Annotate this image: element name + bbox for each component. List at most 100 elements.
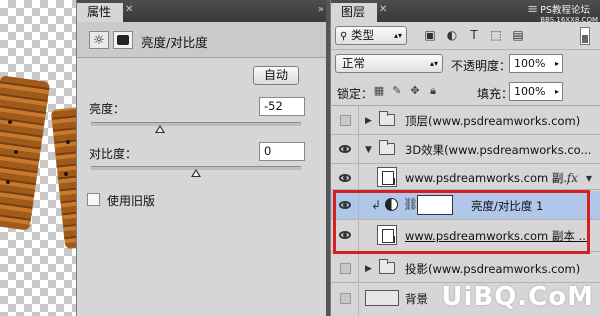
lock-label: 锁定：: [337, 87, 374, 101]
brightness-adjustment-icon[interactable]: ☼: [89, 31, 109, 49]
layer-name: www.psdreamworks.com 副...: [405, 171, 575, 185]
filter-kind-value: 类型: [350, 28, 374, 42]
folder-icon: [379, 111, 395, 126]
watermark-top: PS教程论坛 BBS.16XX8.COM: [540, 2, 598, 24]
properties-header: ☼ 亮度/对比度: [77, 22, 326, 58]
expand-arrow-icon[interactable]: ▶: [365, 116, 372, 126]
brightness-slider[interactable]: [91, 122, 301, 133]
filter-toggle-switch[interactable]: [580, 27, 590, 45]
layer-mask-icon[interactable]: [113, 31, 133, 49]
lock-brush-icon[interactable]: ✎: [391, 85, 403, 97]
panel-menu-icon[interactable]: ≡: [527, 0, 538, 20]
layer-row[interactable]: ▼ 3D效果(www.psdreamworks.co...: [331, 135, 600, 164]
layer-name: 顶层(www.psdreamworks.com): [405, 114, 581, 128]
layer-filter-row: ⚲ 类型 ▴▾ ▣ ◐ T ⬚ ▤: [331, 22, 600, 50]
opacity-label: 不透明度：: [451, 59, 512, 73]
collapse-panel-icon[interactable]: »: [318, 0, 324, 20]
brightness-slider-thumb[interactable]: [155, 125, 166, 133]
background-thumbnail: [365, 290, 399, 306]
fill-value: 100%: [514, 85, 546, 98]
lock-row: 锁定： ▦ ✎ ✥ 🔒︎ 填充： 100% ▸: [331, 78, 600, 106]
layer-row[interactable]: ▶ 投影(www.psdreamworks.com): [331, 254, 600, 283]
brightness-label: 亮度：: [89, 102, 126, 116]
smart-object-thumbnail-icon: [377, 225, 397, 245]
layer-row-selected[interactable]: ↲ ⛓︎ 亮度/对比度 1: [331, 191, 600, 220]
smart-object-thumbnail-icon: [377, 167, 397, 187]
layer-row[interactable]: www.psdreamworks.com 副... fx ▼: [331, 164, 600, 190]
layers-panel: 图层 ✕ ≡ ⚲ 类型 ▴▾ ▣ ◐ T ⬚ ▤ 正常 ▴▾ 不透明度： 100…: [330, 0, 600, 316]
collapse-arrow-icon[interactable]: ▼: [365, 145, 372, 155]
layer-name: 背景: [405, 292, 428, 306]
fx-icon[interactable]: fx: [567, 171, 578, 185]
properties-title: 亮度/对比度: [141, 35, 208, 50]
expand-arrow-icon[interactable]: ▶: [365, 264, 372, 274]
fill-label: 填充：: [477, 87, 514, 101]
visibility-off-icon[interactable]: [340, 263, 351, 274]
layer-name: 亮度/对比度 1: [471, 199, 544, 213]
folder-open-icon: [379, 140, 395, 155]
chevron-updown-icon: ▴▾: [393, 31, 402, 40]
link-icon[interactable]: ⛓︎: [403, 197, 418, 211]
properties-tab-title: 属性: [87, 5, 112, 19]
watermark-logo: UiBQ.CoM: [441, 282, 594, 312]
chevron-updown-icon: ▴▾: [429, 59, 438, 68]
watermark-top-title: PS教程论坛: [540, 5, 590, 16]
eye-icon[interactable]: [339, 145, 351, 153]
chevron-right-icon[interactable]: ▸: [555, 83, 559, 100]
eye-icon[interactable]: [339, 231, 351, 239]
contrast-input[interactable]: 0: [259, 142, 305, 161]
eye-icon[interactable]: [339, 174, 351, 182]
expand-arrow-icon[interactable]: ▼: [586, 174, 592, 183]
visibility-off-icon[interactable]: [340, 293, 351, 304]
auto-button[interactable]: 自动: [253, 66, 299, 85]
watermark-top-subtitle: BBS.16XX8.COM: [540, 16, 598, 24]
contrast-label: 对比度：: [89, 147, 138, 161]
tab-layers[interactable]: 图层: [331, 3, 378, 22]
lock-all-icon[interactable]: 🔒︎: [427, 85, 439, 97]
adjustment-layer-icon: [385, 198, 398, 211]
layers-tab-close-icon[interactable]: ✕: [379, 0, 387, 20]
properties-panel: 属性 ✕ » ☼ 亮度/对比度 自动 亮度： -52 对比度： 0 使用旧版: [76, 0, 326, 316]
visibility-cell[interactable]: [331, 254, 359, 282]
filter-shape-icon[interactable]: ⬚: [489, 28, 503, 42]
lock-transparent-icon[interactable]: ▦: [373, 85, 385, 97]
filter-adjustment-icon[interactable]: ◐: [445, 28, 459, 42]
tab-properties[interactable]: 属性: [77, 3, 124, 22]
filter-kind-select[interactable]: ⚲ 类型 ▴▾: [335, 26, 407, 45]
opacity-input[interactable]: 100% ▸: [509, 54, 563, 73]
layer-name: 投影(www.psdreamworks.com): [405, 262, 581, 276]
properties-tabbar: 属性 ✕ »: [77, 0, 326, 22]
visibility-cell[interactable]: [331, 191, 359, 219]
visibility-cell[interactable]: [331, 135, 359, 163]
blend-mode-select[interactable]: 正常 ▴▾: [335, 54, 443, 73]
filter-smart-object-icon[interactable]: ▤: [511, 28, 525, 42]
contrast-slider[interactable]: [91, 166, 301, 177]
contrast-slider-thumb[interactable]: [191, 169, 201, 177]
blend-mode-value: 正常: [342, 56, 365, 70]
visibility-cell[interactable]: [331, 284, 359, 316]
fill-input[interactable]: 100% ▸: [509, 82, 563, 101]
brightness-input[interactable]: -52: [259, 97, 305, 116]
layer-row[interactable]: www.psdreamworks.com 副本 ...: [331, 221, 600, 252]
blend-row: 正常 ▴▾ 不透明度： 100% ▸: [331, 50, 600, 78]
chevron-right-icon[interactable]: ▸: [555, 55, 559, 72]
layers-tab-title: 图层: [341, 5, 366, 19]
layer-name: 3D效果(www.psdreamworks.co...: [405, 143, 592, 157]
folder-icon: [379, 259, 395, 274]
use-legacy-label: 使用旧版: [107, 194, 156, 208]
properties-tab-close-icon[interactable]: ✕: [125, 0, 133, 20]
visibility-off-icon[interactable]: [340, 115, 351, 126]
document-canvas[interactable]: [0, 0, 76, 316]
visibility-cell[interactable]: [331, 164, 359, 189]
eye-icon[interactable]: [339, 201, 351, 209]
canvas-artwork-wood-left: [0, 75, 51, 231]
visibility-cell[interactable]: [331, 106, 359, 134]
lock-position-icon[interactable]: ✥: [409, 85, 421, 97]
use-legacy-checkbox[interactable]: [87, 193, 100, 206]
filter-type-icon[interactable]: T: [467, 28, 481, 42]
layer-mask-thumbnail[interactable]: [417, 195, 453, 215]
clipping-arrow-icon: ↲: [371, 198, 382, 212]
layer-row[interactable]: ▶ 顶层(www.psdreamworks.com): [331, 106, 600, 135]
filter-pixel-icon[interactable]: ▣: [423, 28, 437, 42]
visibility-cell[interactable]: [331, 221, 359, 251]
